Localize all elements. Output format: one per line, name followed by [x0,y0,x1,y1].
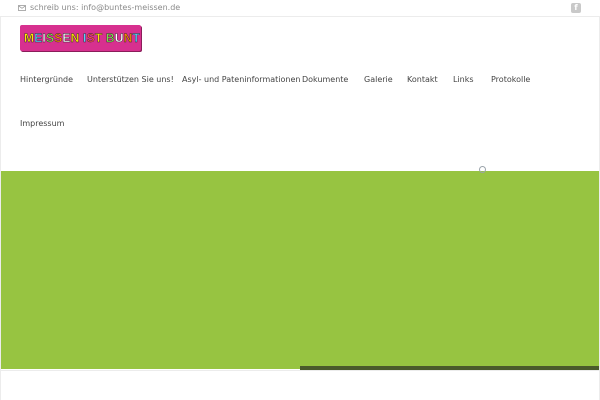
nav-item-hintergruende[interactable]: Hintergründe [20,75,73,84]
logo-letter: T [132,31,141,45]
mouse-cursor-ring [479,166,486,173]
logo-letter: M [24,31,35,45]
divider [0,370,600,371]
logo-letter: E [62,31,71,45]
logo-letter: N [123,31,133,45]
nav-item-unterstuetzen[interactable]: Unterstützen Sie uns! [87,75,174,84]
top-bar: schreib uns: info@buntes-meissen.de f [0,0,600,17]
nav-item-impressum[interactable]: Impressum [20,119,64,128]
contact-email-text[interactable]: schreib uns: info@buntes-meissen.de [30,3,180,12]
facebook-icon[interactable]: f [571,3,581,13]
nav-item-links[interactable]: Links [453,75,474,84]
logo-letter: B [105,31,115,45]
nav-item-dokumente[interactable]: Dokumente [302,75,348,84]
logo-letter: S [45,31,55,45]
site-logo-text: MEISSEN IST BUNT [24,31,140,45]
nav-item-protokolle[interactable]: Protokolle [491,75,530,84]
nav-item-galerie[interactable]: Galerie [364,75,393,84]
nav-item-kontakt[interactable]: Kontakt [407,75,438,84]
logo-letter: U [114,31,124,45]
hero-slider[interactable] [1,171,599,369]
nav-item-asyl-pateninformationen[interactable]: Asyl- und Pateninformationen [182,75,300,84]
mail-icon [18,4,26,11]
logo-letter: N [70,31,80,45]
site-logo[interactable]: MEISSEN IST BUNT [20,25,141,51]
logo-letter: S [86,31,95,45]
contact-email[interactable]: schreib uns: info@buntes-meissen.de [18,3,180,12]
